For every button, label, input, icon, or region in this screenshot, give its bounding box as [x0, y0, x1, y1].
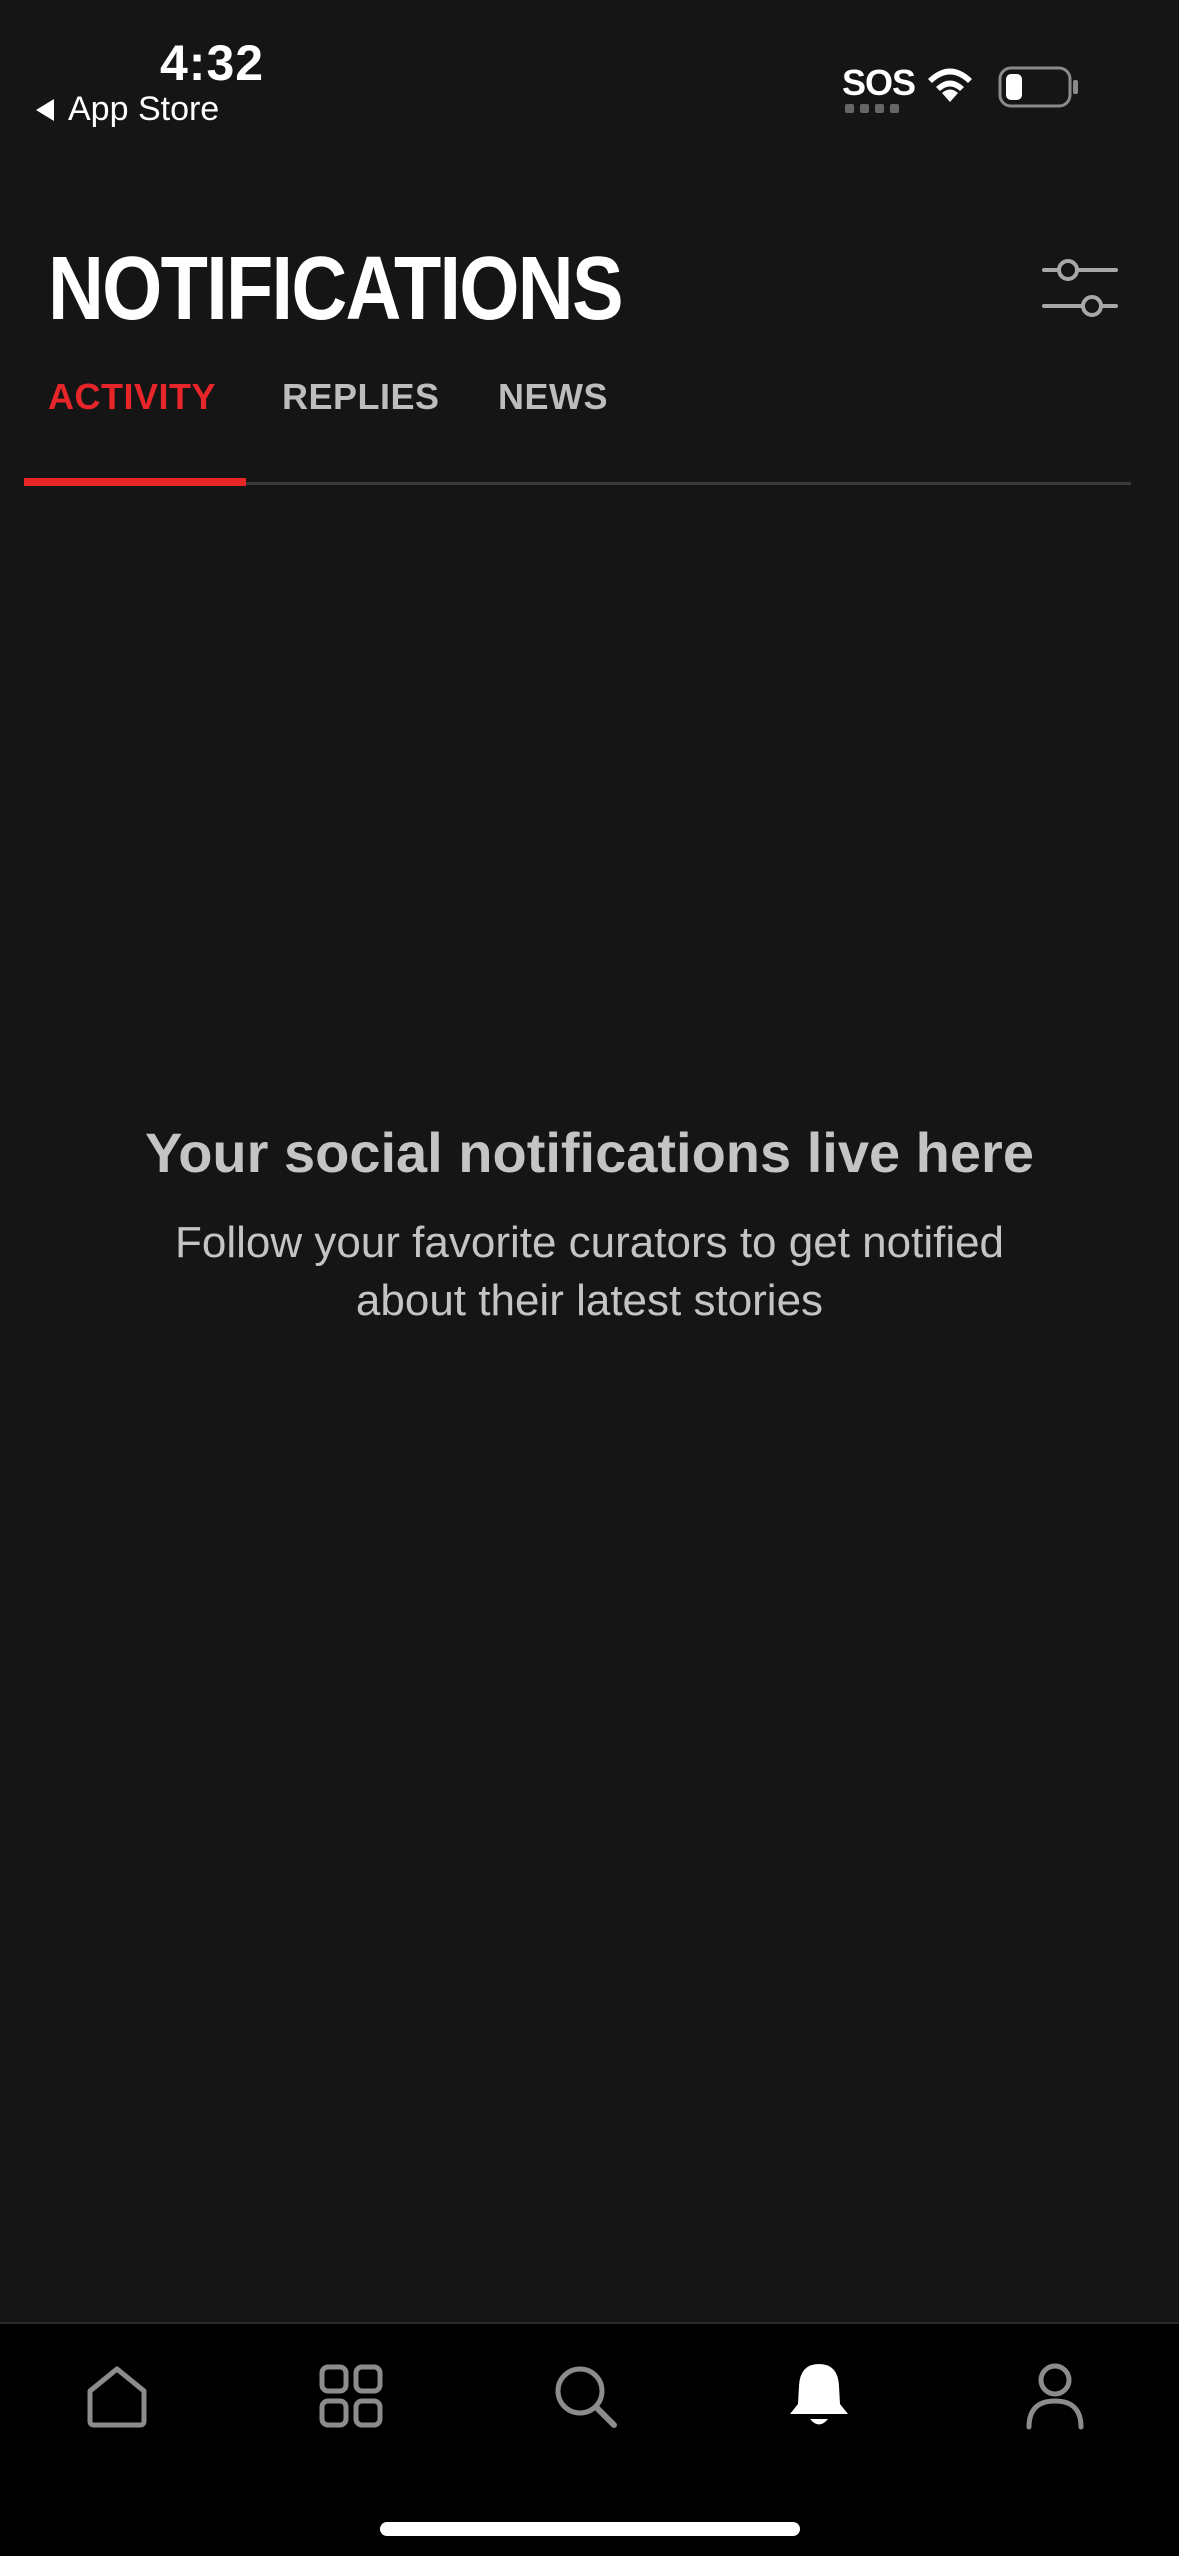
- nav-home[interactable]: [77, 2356, 157, 2436]
- back-arrow-icon: [36, 98, 54, 121]
- nav-profile[interactable]: [1015, 2356, 1095, 2436]
- status-time: 4:32: [160, 35, 265, 91]
- tab-replies[interactable]: REPLIES: [282, 376, 440, 418]
- back-to-app-store-link[interactable]: App Store: [36, 90, 219, 129]
- grid-icon: [319, 2364, 383, 2428]
- search-icon: [555, 2366, 617, 2428]
- sos-indicator: SOS: [842, 62, 916, 103]
- signal-dots-icon: [845, 104, 899, 113]
- empty-state-body: Follow your favorite curators to get not…: [174, 1218, 1005, 1325]
- nav-search[interactable]: [545, 2356, 625, 2436]
- tab-activity[interactable]: ACTIVITY: [48, 376, 216, 418]
- nav-categories[interactable]: [311, 2356, 391, 2436]
- wifi-icon: [928, 68, 972, 102]
- active-tab-indicator: [24, 478, 246, 486]
- tab-news[interactable]: NEWS: [498, 376, 608, 418]
- empty-state-title: Your social notifications live here: [145, 1121, 1034, 1184]
- notification-tabs: ACTIVITY REPLIES NEWS: [24, 360, 1131, 486]
- sliders-icon: [1042, 259, 1118, 317]
- home-icon: [87, 2366, 147, 2428]
- bell-icon: [790, 2364, 848, 2425]
- home-indicator: [380, 2522, 800, 2536]
- notifications-screen: 4:32 App Store SOS NOTIFICATIONS ACTIVIT…: [0, 0, 1179, 2556]
- nav-notifications[interactable]: [779, 2356, 859, 2436]
- person-icon: [1026, 2363, 1084, 2430]
- bottom-nav: [0, 2322, 1179, 2556]
- battery-icon: [998, 66, 1078, 108]
- back-link-label: App Store: [68, 90, 220, 128]
- page-title: NOTIFICATIONS: [48, 239, 624, 339]
- filter-button[interactable]: [1040, 256, 1120, 322]
